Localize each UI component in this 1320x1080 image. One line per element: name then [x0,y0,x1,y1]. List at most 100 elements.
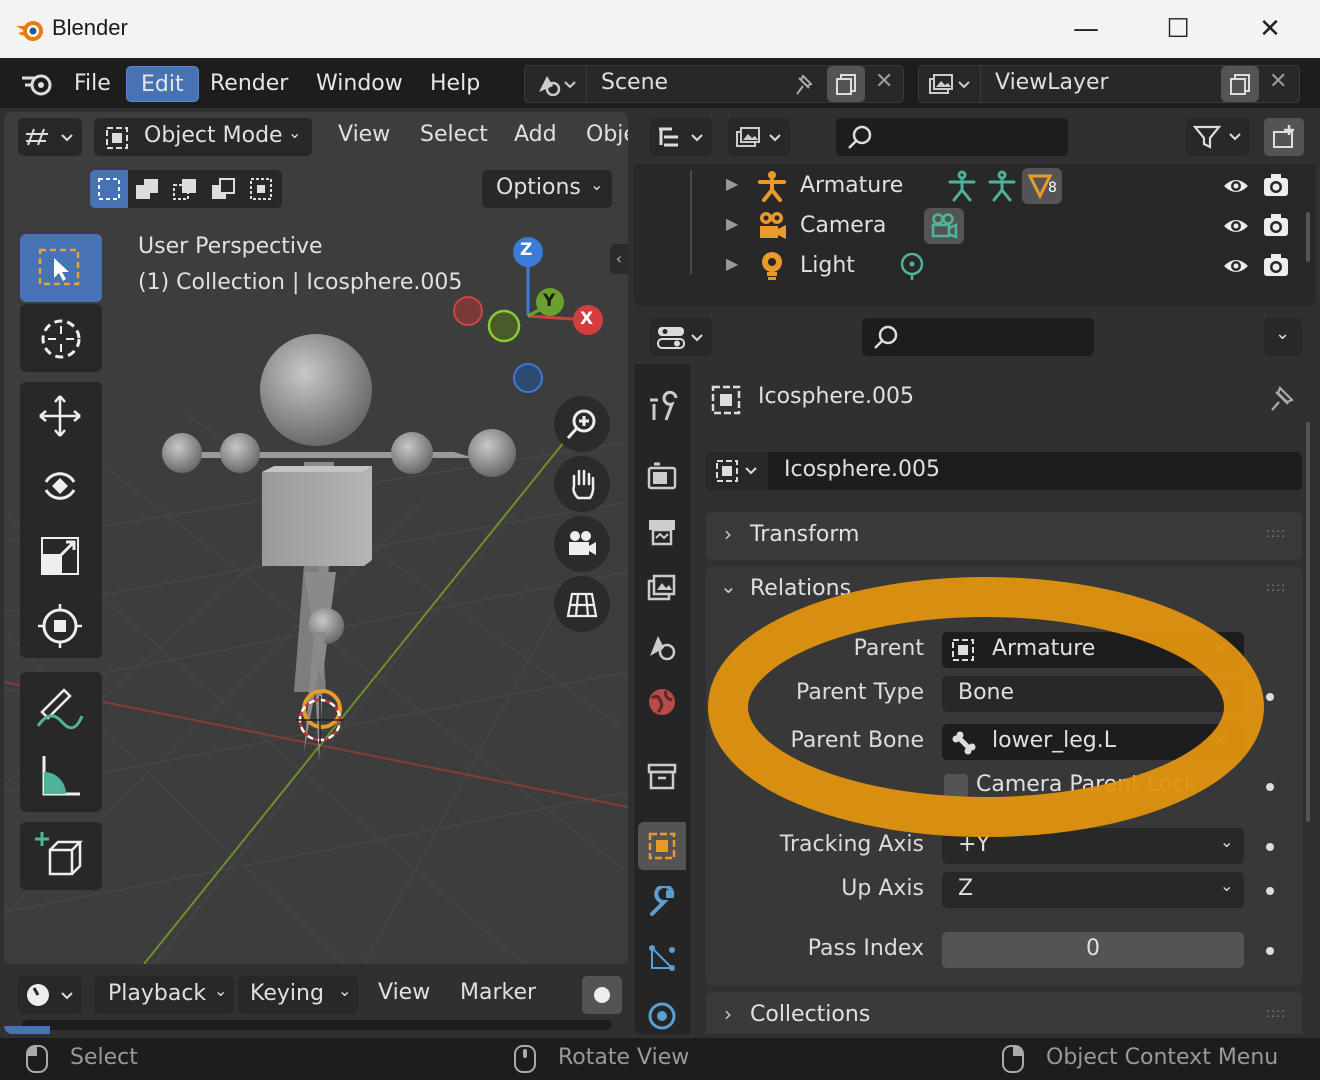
eye-icon[interactable] [1222,174,1250,198]
scale-icon[interactable] [36,532,84,580]
current-frame-indicator[interactable] [4,1026,50,1034]
modifier-badge[interactable]: 8 [1022,168,1062,204]
tab-particles[interactable] [638,934,686,982]
scene-objects[interactable] [154,332,534,782]
3d-viewport[interactable]: Object Mode ⌄ View Select Add Obje Optio… [4,112,628,964]
eye-icon[interactable] [1222,254,1250,278]
measure-icon[interactable] [36,752,84,800]
blender-menu-icon[interactable] [20,70,54,98]
menu-window[interactable]: Window [302,66,417,102]
annotate-icon[interactable] [34,682,86,730]
tool-cursor[interactable] [20,304,102,372]
outliner-row-camera[interactable]: ▶ Camera [634,206,1316,246]
timeline-menu-view[interactable]: View [378,980,430,1005]
outliner-row-armature[interactable]: ▶ Armature 8 [634,166,1316,206]
object-datablock-field[interactable]: Icosphere.005 [706,452,1302,490]
outliner-editor-type-button[interactable] [650,118,712,156]
view-layer-browse-button[interactable] [919,66,981,102]
outliner-row-light[interactable]: ▶ Light [634,246,1316,286]
tab-tool[interactable] [638,382,686,430]
keyframe-dot[interactable] [1266,887,1274,895]
drag-handle-icon[interactable]: :::: [1266,1006,1286,1020]
new-scene-button[interactable] [827,66,865,102]
pass-index-field[interactable]: 0 [942,932,1244,968]
timeline-editor-type-button[interactable] [18,976,82,1014]
datablock-name[interactable]: Icosphere.005 [784,457,940,482]
tool-select-box[interactable] [20,234,102,302]
expand-arrow-icon[interactable]: ▶ [726,214,738,233]
menu-edit[interactable]: Edit [126,66,199,102]
maximize-button[interactable]: ☐ [1132,0,1224,58]
tab-render[interactable] [638,452,686,500]
new-collection-button[interactable] [1264,118,1304,156]
properties-editor-type-button[interactable] [650,318,712,356]
tab-collection[interactable] [638,752,686,800]
playback-menu[interactable]: Playback ⌄ [94,976,234,1014]
keyframe-dot[interactable] [1266,947,1274,955]
editor-type-button[interactable] [18,118,82,156]
view-layer-selector[interactable]: ViewLayer ✕ [918,65,1300,103]
close-button[interactable]: ✕ [1224,0,1316,58]
datablock-browse-button[interactable] [706,452,768,490]
scene-name[interactable]: Scene [601,70,668,95]
select-new-button[interactable] [90,170,128,208]
tool-add-cube[interactable] [20,822,102,890]
display-mode-button[interactable] [728,118,790,156]
armature-data-icons[interactable] [946,170,1018,202]
render-camera-icon[interactable] [1262,252,1290,278]
mode-selector[interactable]: Object Mode ⌄ [94,118,312,156]
viewport-menu-view[interactable]: View [338,122,390,147]
keying-menu[interactable]: Keying ⌄ [238,976,358,1014]
filter-button[interactable] [1186,118,1250,156]
tab-physics[interactable] [638,990,686,1034]
menu-help[interactable]: Help [416,66,494,102]
delete-scene-icon[interactable]: ✕ [875,69,893,94]
move-icon[interactable] [36,392,84,440]
rotate-icon[interactable] [36,462,84,510]
properties-options-button[interactable]: ⌄ [1264,318,1302,356]
render-camera-icon[interactable] [1262,172,1290,198]
expand-arrow-icon[interactable]: ▶ [726,174,738,193]
select-extend-icon[interactable] [134,176,162,202]
ortho-toggle-button[interactable] [554,576,610,632]
tab-view-layer[interactable] [638,564,686,612]
scene-browse-button[interactable] [525,66,587,102]
select-subtract-icon[interactable] [172,176,200,202]
viewport-menu-add[interactable]: Add [514,122,557,147]
properties-search-input[interactable] [862,318,1094,356]
camera-view-button[interactable] [554,516,610,572]
camera-data-button[interactable] [924,208,964,244]
view-layer-name[interactable]: ViewLayer [995,70,1109,95]
tab-scene[interactable] [638,622,686,670]
auto-keying-button[interactable] [582,976,622,1014]
up-axis-dropdown[interactable]: Z ⌄ [942,872,1244,908]
delete-view-layer-icon[interactable]: ✕ [1269,69,1287,94]
outliner-search-input[interactable] [836,118,1068,156]
timeline-menu-marker[interactable]: Marker [460,980,536,1005]
select-intersect-icon[interactable] [248,176,276,202]
panel-collections-header[interactable]: › Collections :::: [706,992,1302,1034]
pin-icon[interactable] [1266,384,1296,414]
sidebar-toggle-icon[interactable]: ‹ [610,244,628,274]
scene-selector[interactable]: Scene ✕ [524,65,904,103]
timeline-scrubber[interactable] [22,1020,612,1030]
drag-handle-icon[interactable]: :::: [1266,526,1286,540]
render-camera-icon[interactable] [1262,212,1290,238]
outliner-scrollbar[interactable] [1306,212,1310,262]
select-invert-icon[interactable] [210,176,238,202]
tab-world[interactable] [638,678,686,726]
new-view-layer-button[interactable] [1221,66,1259,102]
tab-modifiers[interactable] [638,878,686,926]
tab-object[interactable] [638,822,686,870]
eye-icon[interactable] [1222,214,1250,238]
zoom-button[interactable] [554,396,610,452]
properties-scrollbar[interactable] [1306,422,1310,822]
keyframe-dot[interactable] [1266,843,1274,851]
menu-render[interactable]: Render [196,66,302,102]
pan-button[interactable] [554,456,610,512]
tab-output[interactable] [638,508,686,556]
viewport-menu-select[interactable]: Select [420,122,488,147]
minimize-button[interactable]: — [1040,0,1132,58]
viewport-menu-object[interactable]: Obje [586,122,628,147]
panel-transform-header[interactable]: › Transform :::: [706,512,1302,560]
